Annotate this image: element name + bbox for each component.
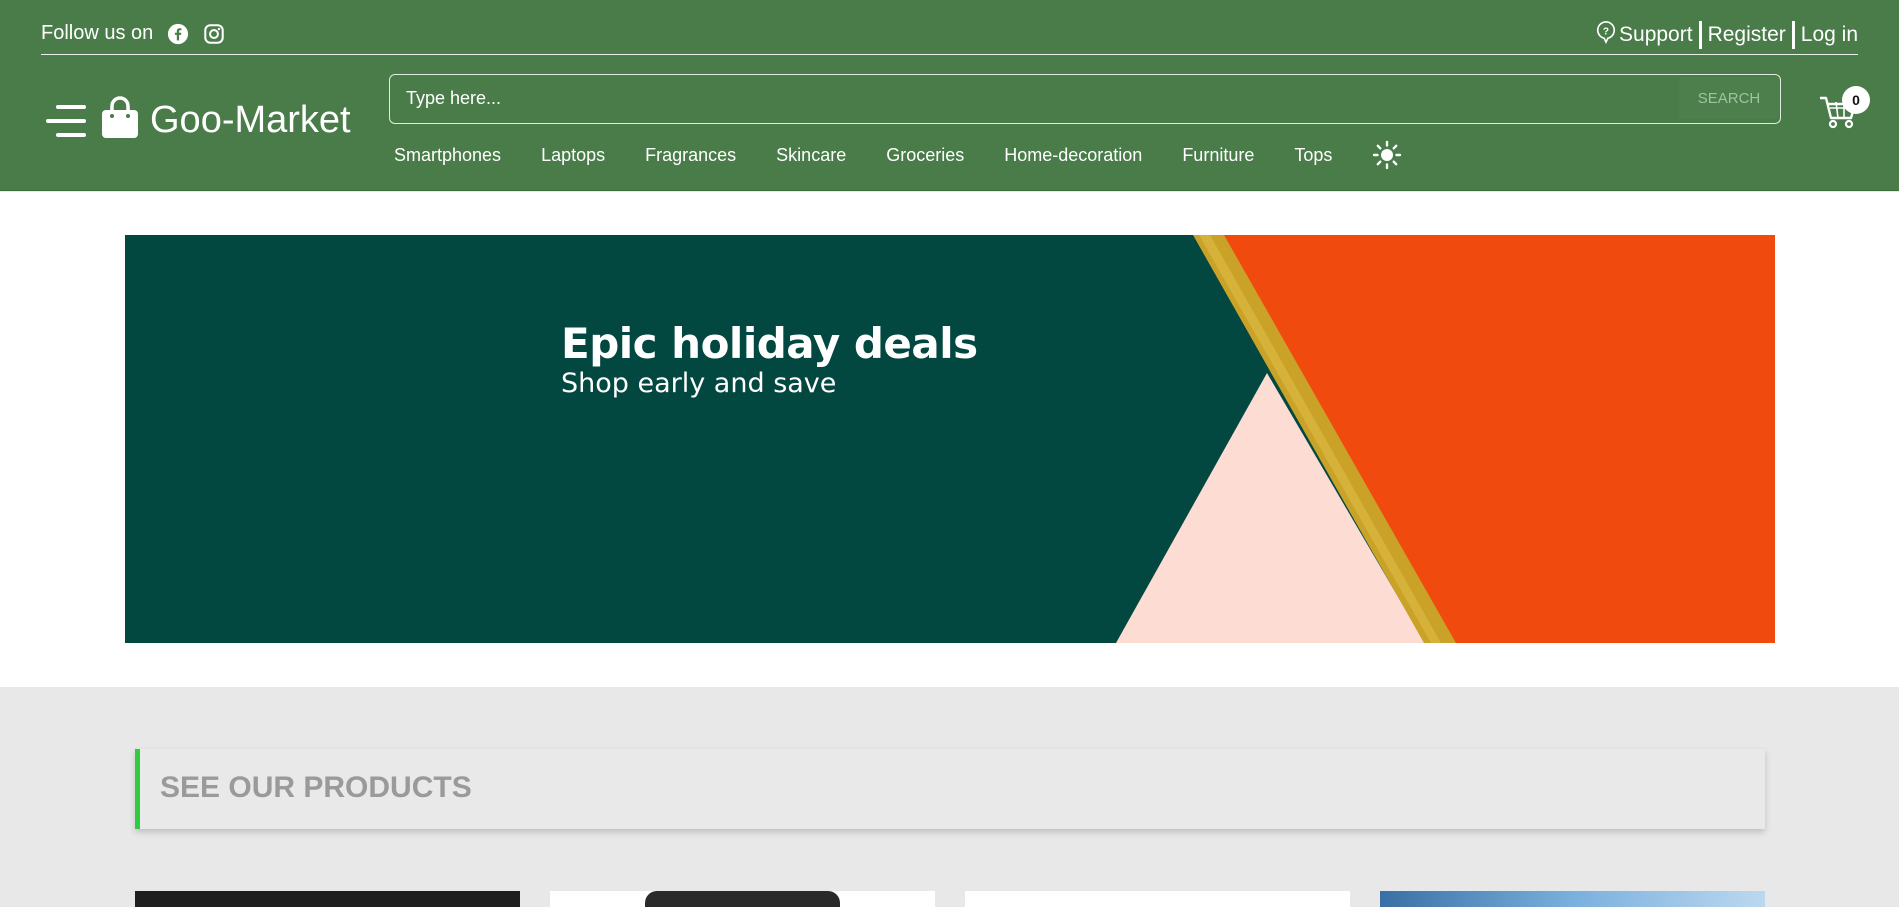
product-card[interactable] xyxy=(965,891,1350,907)
banner-title: Epic holiday deals xyxy=(561,319,978,368)
divider xyxy=(1698,21,1702,49)
search-bar: SEARCH xyxy=(389,74,1781,124)
register-link[interactable]: Register xyxy=(1708,23,1786,47)
product-card[interactable] xyxy=(1380,891,1765,907)
facebook-icon[interactable] xyxy=(167,23,189,45)
shopping-bag-icon[interactable] xyxy=(100,96,140,145)
theme-toggle-sun-icon[interactable] xyxy=(1372,140,1402,170)
follow-label: Follow us on xyxy=(41,22,154,44)
brand: Goo-Market xyxy=(46,96,351,145)
promo-banner[interactable]: Epic holiday deals Shop early and save xyxy=(125,235,1775,643)
product-card[interactable] xyxy=(550,891,935,907)
category-nav: Smartphones Laptops Fragrances Skincare … xyxy=(394,140,1402,170)
instagram-icon[interactable] xyxy=(203,23,225,45)
products-section-header: SEE OUR PRODUCTS xyxy=(135,749,1765,829)
cart-button[interactable]: 0 xyxy=(1818,82,1870,148)
auth-links: ? Support Register Log in xyxy=(1595,20,1858,50)
banner-subtitle: Shop early and save xyxy=(561,368,837,399)
category-tops[interactable]: Tops xyxy=(1294,145,1332,166)
help-circle-icon: ? xyxy=(1595,20,1617,50)
category-smartphones[interactable]: Smartphones xyxy=(394,145,501,166)
login-link[interactable]: Log in xyxy=(1801,23,1858,47)
product-card[interactable] xyxy=(135,891,520,907)
brand-name[interactable]: Goo-Market xyxy=(150,99,351,142)
category-skincare[interactable]: Skincare xyxy=(776,145,846,166)
hamburger-menu-icon[interactable] xyxy=(46,104,86,137)
product-image xyxy=(135,891,520,907)
search-input[interactable] xyxy=(390,75,1680,122)
category-groceries[interactable]: Groceries xyxy=(886,145,964,166)
category-home-decoration[interactable]: Home-decoration xyxy=(1004,145,1142,166)
category-laptops[interactable]: Laptops xyxy=(541,145,605,166)
product-image xyxy=(1380,891,1765,907)
banner-graphic xyxy=(1116,235,1775,643)
social-follow: Follow us on xyxy=(41,22,225,45)
support-label: Support xyxy=(1619,23,1693,46)
product-image xyxy=(645,891,840,907)
svg-text:?: ? xyxy=(1603,26,1609,37)
hero-section: Epic holiday deals Shop early and save xyxy=(0,192,1899,687)
search-button[interactable]: SEARCH xyxy=(1679,77,1779,119)
product-image xyxy=(965,891,1350,907)
divider xyxy=(1791,21,1795,49)
top-bar: Follow us on ? Support Register Log in xyxy=(41,0,1858,55)
products-heading: SEE OUR PRODUCTS xyxy=(160,771,472,804)
category-fragrances[interactable]: Fragrances xyxy=(645,145,736,166)
category-furniture[interactable]: Furniture xyxy=(1182,145,1254,166)
cart-count-badge: 0 xyxy=(1842,86,1870,114)
site-header: Follow us on ? Support Register Log in G… xyxy=(0,0,1899,191)
support-link[interactable]: ? Support xyxy=(1595,20,1693,50)
